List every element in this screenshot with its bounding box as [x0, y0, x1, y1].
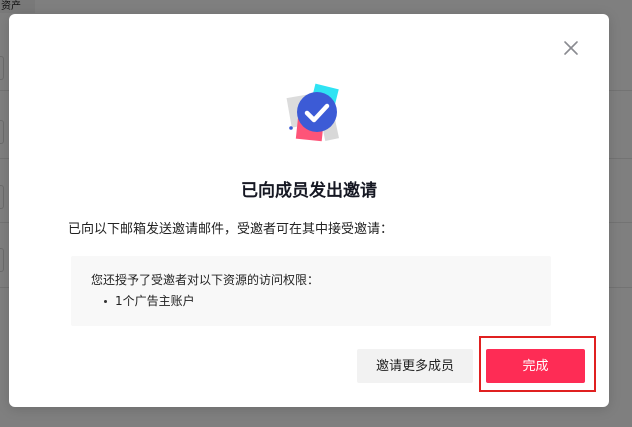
done-button[interactable]: 完成: [486, 349, 585, 383]
dialog-description: 已向以下邮箱发送邀请邮件，受邀者可在其中接受邀请：: [68, 222, 394, 237]
dialog-title: 已向成员发出邀请: [241, 181, 377, 201]
access-info-heading: 您还授予了受邀者对以下资源的访问权限：: [91, 273, 320, 287]
access-info-panel: 您还授予了受邀者对以下资源的访问权限： 1个广告主账户: [71, 256, 551, 326]
close-icon[interactable]: [561, 38, 581, 58]
invite-more-button[interactable]: 邀请更多成员: [357, 349, 473, 383]
bullet-icon: [104, 300, 107, 303]
invitation-sent-checkmark-icon: [277, 82, 343, 146]
access-info-item: 1个广告主账户: [115, 294, 195, 308]
invite-success-dialog: 已向成员发出邀请 已向以下邮箱发送邀请邮件，受邀者可在其中接受邀请： 您还授予了…: [9, 14, 609, 407]
screen: 资产 已向成员发出邀请: [0, 0, 632, 427]
